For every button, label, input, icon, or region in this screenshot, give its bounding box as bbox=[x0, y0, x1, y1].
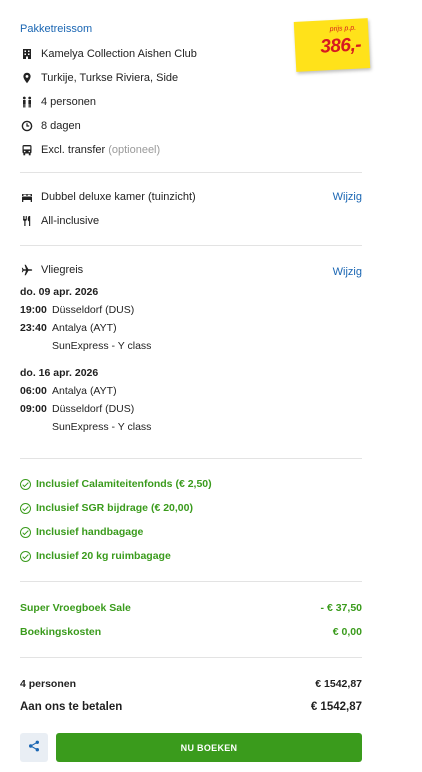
duration-text: 8 dagen bbox=[41, 120, 81, 132]
outbound-carrier: SunExpress - Y class bbox=[52, 340, 152, 352]
location-row: Turkije, Turkse Riviera, Side bbox=[20, 70, 178, 86]
room-type: Dubbel deluxe kamer (tuinzicht) bbox=[41, 191, 196, 203]
book-now-button[interactable]: NU BOEKEN bbox=[56, 733, 362, 762]
share-button[interactable] bbox=[20, 733, 48, 762]
flight-header: Vliegreis bbox=[20, 262, 83, 278]
room-row: Dubbel deluxe kamer (tuinzicht) bbox=[20, 189, 196, 205]
amount-due-label: Aan ons te betalen bbox=[20, 701, 123, 713]
discount-value: - € 37,50 bbox=[320, 602, 362, 614]
return-carrier: SunExpress - Y class bbox=[52, 421, 152, 433]
map-pin-icon bbox=[20, 71, 34, 85]
check-circle-icon bbox=[20, 502, 31, 514]
persons-total-label: 4 personen bbox=[20, 678, 77, 690]
price-per-person-label: prijs p.p. bbox=[329, 24, 357, 34]
inclusion-item: Inclusief handbagage bbox=[20, 526, 143, 538]
inclusion-item: Inclusief 20 kg ruimbagage bbox=[20, 550, 171, 562]
return-date: do. 16 apr. 2026 bbox=[20, 367, 99, 379]
return-arr-airport: Düsseldorf (DUS) bbox=[52, 403, 135, 415]
board-row: All-inclusive bbox=[20, 213, 99, 229]
discount-row: Super Vroegboek Sale - € 37,50 bbox=[20, 602, 362, 614]
building-icon bbox=[20, 47, 34, 61]
outbound-dep-airport: Düsseldorf (DUS) bbox=[52, 304, 135, 316]
outbound-dep-time: 19:00 bbox=[20, 304, 47, 316]
amount-due-row: Aan ons te betalen € 1542,87 bbox=[20, 701, 362, 713]
outbound-departure: 19:00 Düsseldorf (DUS) bbox=[20, 304, 134, 316]
inclusion-item: Inclusief Calamiteitenfonds (€ 2,50) bbox=[20, 478, 212, 490]
booking-cost-label: Boekingskosten bbox=[20, 626, 102, 638]
divider bbox=[20, 581, 362, 582]
return-dep-airport: Antalya (AYT) bbox=[52, 385, 117, 397]
flight-title: Vliegreis bbox=[41, 264, 84, 276]
divider bbox=[20, 458, 362, 459]
check-circle-icon bbox=[20, 550, 31, 562]
transfer-text: Excl. transfer bbox=[41, 144, 106, 156]
outbound-date: do. 09 apr. 2026 bbox=[20, 286, 99, 298]
board-type: All-inclusive bbox=[41, 215, 100, 227]
persons-total-row: 4 personen € 1542,87 bbox=[20, 678, 362, 690]
amount-due-value: € 1542,87 bbox=[310, 701, 362, 713]
outbound-arr-airport: Antalya (AYT) bbox=[52, 322, 117, 334]
airplane-icon bbox=[20, 263, 34, 277]
edit-flight-link[interactable]: Wijzig bbox=[333, 266, 362, 278]
booking-summary-panel: Pakketreissom prijs p.p. 386,- Kamelya C… bbox=[0, 0, 422, 772]
bus-icon bbox=[20, 143, 34, 157]
edit-room-link[interactable]: Wijzig bbox=[333, 191, 362, 203]
return-arr-time: 09:00 bbox=[20, 403, 47, 415]
discount-label: Super Vroegboek Sale bbox=[20, 602, 131, 614]
outbound-arrival: 23:40 Antalya (AYT) bbox=[20, 322, 117, 334]
transfer-row: Excl. transfer (optioneel) bbox=[20, 142, 160, 158]
cutlery-icon bbox=[20, 214, 34, 228]
transfer-optional-note: (optioneel) bbox=[108, 144, 161, 156]
divider bbox=[20, 657, 362, 658]
check-circle-icon bbox=[20, 526, 31, 538]
hotel-row: Kamelya Collection Aishen Club bbox=[20, 46, 197, 62]
booking-cost-value: € 0,00 bbox=[332, 626, 362, 638]
inclusion-item: Inclusief SGR bijdrage (€ 20,00) bbox=[20, 502, 193, 514]
hotel-name: Kamelya Collection Aishen Club bbox=[41, 48, 197, 60]
share-icon bbox=[28, 740, 40, 755]
return-arrival: 09:00 Düsseldorf (DUS) bbox=[20, 403, 134, 415]
clock-icon bbox=[20, 119, 34, 133]
return-departure: 06:00 Antalya (AYT) bbox=[20, 385, 117, 397]
persons-row: 4 personen bbox=[20, 94, 96, 110]
divider bbox=[20, 245, 362, 246]
persons-total-value: € 1542,87 bbox=[315, 678, 362, 690]
location-text: Turkije, Turkse Riviera, Side bbox=[41, 72, 179, 84]
people-icon bbox=[20, 95, 34, 109]
check-circle-icon bbox=[20, 478, 31, 490]
booking-cost-row: Boekingskosten € 0,00 bbox=[20, 626, 362, 638]
price-amount: 386,- bbox=[319, 34, 362, 58]
outbound-arr-time: 23:40 bbox=[20, 322, 47, 334]
package-title: Pakketreissom bbox=[20, 23, 93, 35]
divider bbox=[20, 172, 362, 173]
return-dep-time: 06:00 bbox=[20, 385, 47, 397]
price-sticker: prijs p.p. 386,- bbox=[293, 18, 371, 72]
persons-text: 4 personen bbox=[41, 96, 97, 108]
bed-icon bbox=[20, 190, 34, 204]
duration-row: 8 dagen bbox=[20, 118, 81, 134]
